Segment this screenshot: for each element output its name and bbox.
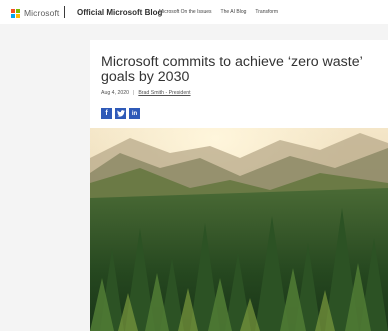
meta-separator: | <box>132 90 135 96</box>
left-margin <box>0 24 90 331</box>
facebook-share-button[interactable]: f <box>101 108 112 119</box>
twitter-icon <box>116 110 125 117</box>
blog-name-link[interactable]: Official Microsoft Blog <box>77 8 162 17</box>
nav-item-microsoft-on-the-issues[interactable]: Microsoft On the Issues <box>159 9 212 15</box>
header-divider <box>64 6 65 18</box>
twitter-share-button[interactable]: t <box>115 108 126 119</box>
facebook-icon: f <box>105 110 108 117</box>
article-date: Aug 4, 2020 <box>101 90 129 96</box>
top-header: Microsoft Official Microsoft Blog Micros… <box>0 0 388 24</box>
author-link[interactable]: Brad Smith - President <box>138 90 190 96</box>
linkedin-icon: in <box>131 110 138 117</box>
header-nav: Microsoft On the Issues The AI Blog Tran… <box>159 9 278 15</box>
share-buttons: f t in <box>101 108 140 119</box>
article-card: Microsoft commits to achieve ‘zero waste… <box>90 40 388 331</box>
microsoft-logo[interactable]: Microsoft <box>11 8 59 18</box>
article-title: Microsoft commits to achieve ‘zero waste… <box>101 54 363 85</box>
hero-image <box>90 128 388 331</box>
brand-name: Microsoft <box>24 8 60 18</box>
nav-item-transform[interactable]: Transform <box>255 9 278 15</box>
microsoft-logo-icon <box>11 8 20 18</box>
nav-item-the-ai-blog[interactable]: The AI Blog <box>221 9 247 15</box>
article-meta: Aug 4, 2020 | Brad Smith - President <box>101 90 191 96</box>
linkedin-share-button[interactable]: in <box>129 108 140 119</box>
forest-landscape-image <box>90 128 388 331</box>
